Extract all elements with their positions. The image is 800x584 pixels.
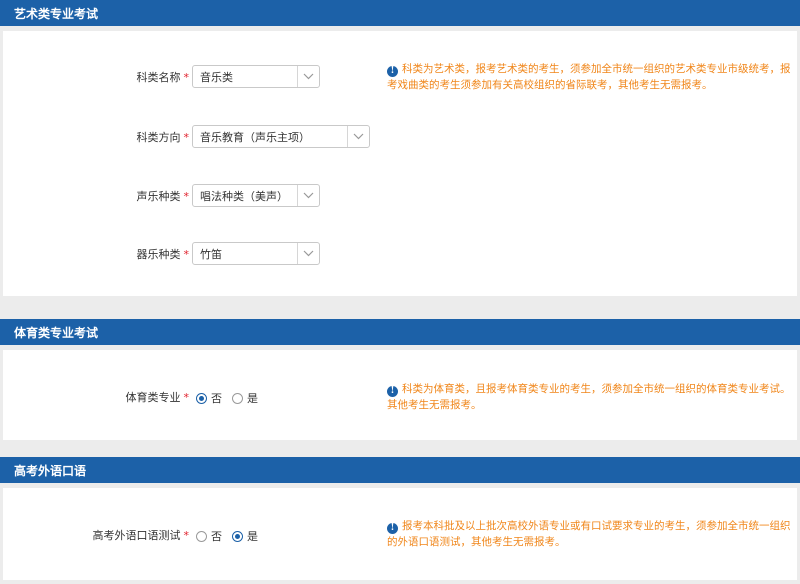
oral-section-header: 高考外语口语 (0, 457, 800, 483)
chevron-down-icon (297, 243, 319, 264)
art-section-header: 艺术类专业考试 (0, 0, 800, 26)
art-notice: ! 科类为艺术类，报考艺术类的考生，须参加全市统一组织的艺术类专业市级统考，报 考… (387, 63, 791, 91)
vocal-type-label: 声乐种类 * (136, 190, 190, 203)
radio-button[interactable] (232, 530, 243, 542)
sports-major-label: 体育类专业 * (125, 391, 190, 404)
sports-major-option-no[interactable]: 否 (196, 390, 222, 406)
sports-notice: ! 科类为体育类，且报考体育类专业的考生，须参加全市统一组织的体育类专业考试。 其… (387, 383, 791, 411)
oral-notice: ! 报考本科批及以上批次高校外语专业或有口试要求专业的考生，须参加全市统一组织 的… (387, 520, 791, 548)
sports-major-option-yes[interactable]: 是 (232, 390, 258, 406)
category-name-select[interactable]: 音乐类 (192, 65, 320, 88)
oral-test-label: 高考外语口语测试 * (92, 529, 190, 542)
sports-major-radio-group: 否 是 (196, 390, 268, 406)
chevron-down-icon (297, 185, 319, 206)
chevron-down-icon (297, 66, 319, 87)
oral-section-title: 高考外语口语 (14, 463, 87, 478)
sports-section-title: 体育类专业考试 (14, 325, 99, 340)
category-direction-label: 科类方向 * (136, 131, 190, 144)
category-name-label: 科类名称 * (136, 71, 190, 84)
chevron-down-icon (347, 126, 369, 147)
oral-test-option-no[interactable]: 否 (196, 528, 222, 544)
instrument-type-select[interactable]: 竹笛 (192, 242, 320, 265)
radio-button[interactable] (196, 530, 207, 542)
sports-section-header: 体育类专业考试 (0, 319, 800, 345)
art-section-title: 艺术类专业考试 (14, 6, 99, 21)
info-icon: ! (387, 386, 398, 397)
category-direction-select[interactable]: 音乐教育（声乐主项） (192, 125, 370, 148)
sports-section-panel: 体育类专业 * 否 是 ! 科类为体育类，且报考体育类专业的考生，须参加全市统一组织… (3, 350, 797, 440)
radio-button[interactable] (232, 392, 243, 404)
instrument-type-label: 器乐种类 * (136, 248, 190, 261)
oral-test-option-yes[interactable]: 是 (232, 528, 258, 544)
oral-test-radio-group: 否 是 (196, 528, 268, 544)
info-icon: ! (387, 523, 398, 534)
art-section-panel: 科类名称 * 音乐类 科类方向 * 音乐教育（声乐主项） 声乐种类 * 唱法种类（美声… (3, 31, 797, 296)
info-icon: ! (387, 66, 398, 77)
oral-section-panel: 高考外语口语测试 * 否 是 ! 报考本科批及以上批次高校外语专业或有口试要求专业的… (3, 488, 797, 580)
radio-button[interactable] (196, 392, 207, 404)
vocal-type-select[interactable]: 唱法种类（美声） (192, 184, 320, 207)
